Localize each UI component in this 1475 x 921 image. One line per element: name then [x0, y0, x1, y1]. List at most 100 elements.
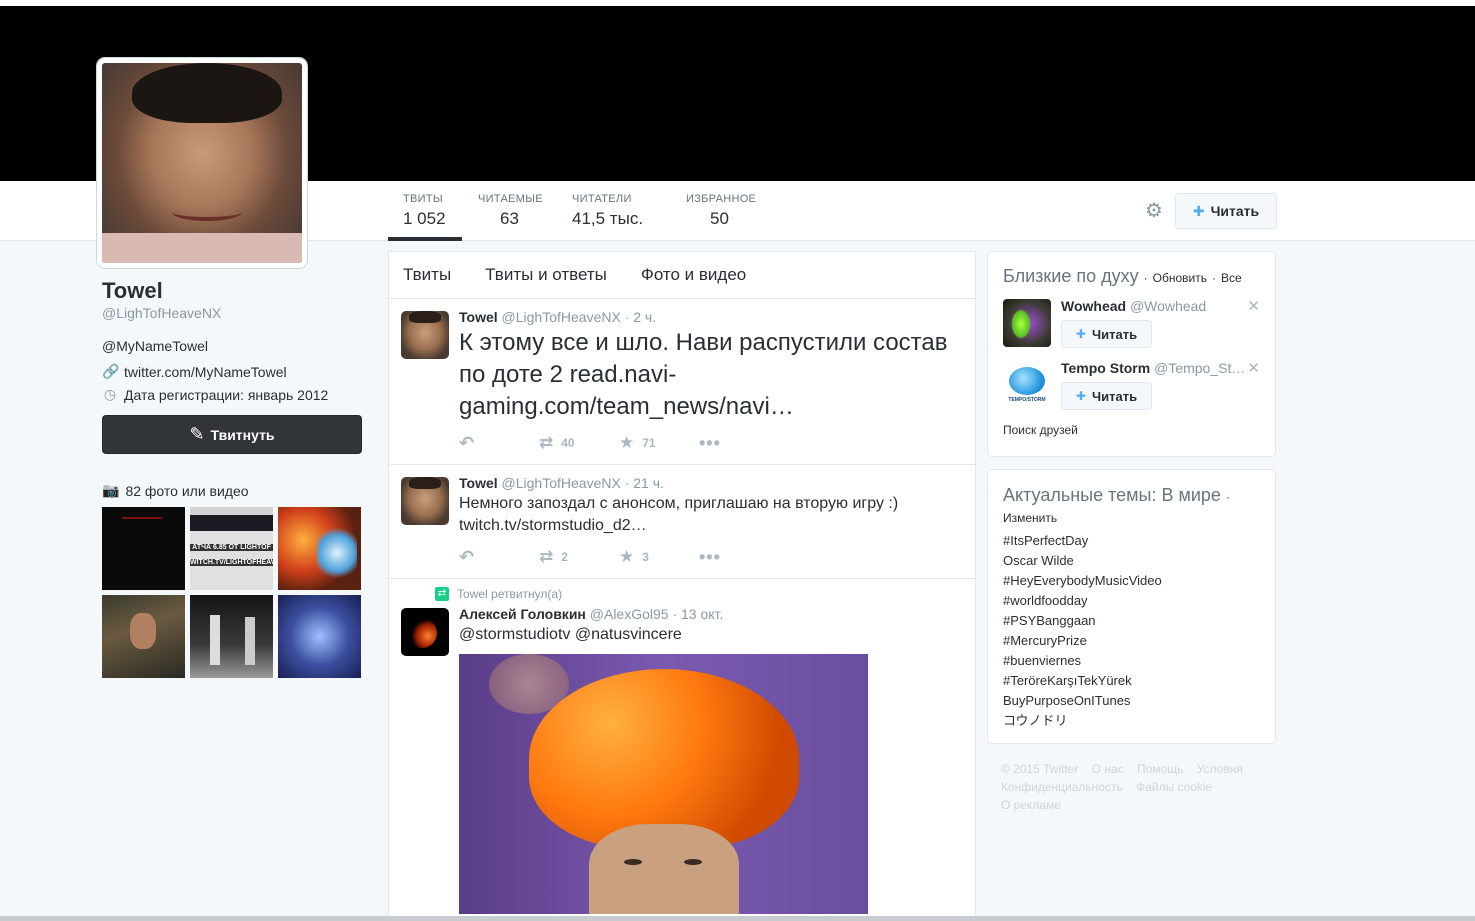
reply-icon[interactable]: ↶ [459, 547, 539, 568]
stat-tweets[interactable]: ТВИТЫ 1 052 [388, 181, 462, 241]
who-to-follow-title: Близкие по духу · Обновить · Все [1003, 266, 1260, 287]
suggestion-handle[interactable]: @Wowhead [1130, 298, 1206, 314]
suggestion-avatar[interactable]: TEMPO/STORM [1003, 361, 1051, 409]
tweet-time[interactable]: · 13 окт. [672, 606, 723, 622]
profile-stats: ТВИТЫ 1 052 ЧИТАЕМЫЕ 63 ЧИТАТЕЛИ 41,5 ты… [388, 181, 778, 241]
tweet[interactable]: Towel @LighTofHeaveNX · 21 ч. Немного за… [389, 465, 975, 579]
tweet[interactable]: Towel @LighTofHeaveNX · 2 ч. К этому все… [389, 299, 975, 465]
stat-favorites[interactable]: ИЗБРАННОЕ 50 [668, 181, 778, 241]
trend-item[interactable]: #buenviernes [1003, 651, 1260, 671]
tweet-author-handle[interactable]: @AlexGol95 [590, 606, 669, 622]
retweet-button[interactable]: ⇄ 2 [539, 547, 619, 567]
favorite-button[interactable]: ★ 71 [619, 433, 699, 453]
footer-link-privacy[interactable]: Конфиденциальность [1001, 780, 1123, 794]
sep: · [1225, 490, 1230, 504]
tweet-actions: ↶ ⇄ 2 ★ 3 ••• [459, 537, 963, 577]
favorite-button[interactable]: ★ 3 [619, 547, 699, 567]
footer-link-about[interactable]: О нас [1092, 762, 1124, 776]
suggestion-name[interactable]: Tempo Storm [1061, 360, 1150, 376]
avatar-decoration [1009, 367, 1045, 395]
footer-link-terms[interactable]: Условия [1197, 762, 1243, 776]
trend-item[interactable]: #HeyEverybodyMusicVideo [1003, 571, 1260, 591]
tweet-avatar[interactable] [401, 477, 449, 525]
favorite-count: 71 [642, 436, 656, 450]
suggestion-follow-button[interactable]: ✚ Читать [1061, 320, 1152, 348]
trend-item[interactable]: BuyPurposeOnITunes [1003, 691, 1260, 711]
more-icon[interactable]: ••• [699, 547, 721, 568]
profile-handle[interactable]: @LighTofHeaveNX [102, 305, 362, 321]
find-friends-link[interactable]: Поиск друзей [1003, 423, 1260, 437]
photo-thumb[interactable] [102, 507, 185, 590]
tweet-text: Немного запоздал с анонсом, приглашаю на… [459, 495, 899, 534]
photos-link[interactable]: 📷 82 фото или видео [102, 482, 362, 499]
profile-url[interactable]: twitter.com/MyNameTowel [124, 364, 287, 380]
suggestion-handle[interactable]: @Tempo_St… [1154, 360, 1245, 376]
view-all-link[interactable]: Все [1221, 271, 1242, 285]
dismiss-icon[interactable]: ✕ [1247, 297, 1260, 315]
gear-icon[interactable]: ⚙ [1143, 200, 1165, 222]
profile-name[interactable]: Towel [102, 278, 362, 304]
tweet-author-handle[interactable]: @LighTofHeaveNX [502, 475, 621, 491]
media-decoration [684, 859, 702, 865]
sep: · [1143, 271, 1148, 285]
clock-icon: ◷ [103, 386, 117, 402]
tweet-text: @stormstudiotv @natusvincere [459, 626, 682, 643]
avatar-hair [409, 311, 441, 323]
stat-followers[interactable]: ЧИТАТЕЛИ 41,5 тыс. [558, 181, 668, 241]
footer-link-cookies[interactable]: Файлы cookie [1136, 780, 1212, 794]
suggestion-avatar[interactable] [1003, 299, 1051, 347]
tweet-button[interactable]: ✎ Твитнуть [102, 415, 362, 454]
photo-thumb[interactable]: АТЧА 6.85 ОТ LIGHTOF WITCH.TV/LIGHTOFHEA… [190, 507, 273, 590]
avatar-hair [132, 63, 282, 123]
trend-item[interactable]: #PSYBanggaan [1003, 611, 1260, 631]
stat-label: ИЗБРАННОЕ [686, 193, 757, 205]
trend-item[interactable]: #MercuryPrize [1003, 631, 1260, 651]
tweet-author-name[interactable]: Towel [459, 475, 498, 491]
tweet-time[interactable]: · 21 ч. [625, 475, 664, 491]
tweet-author-name[interactable]: Алексей Головкин [459, 606, 586, 622]
photo-thumb[interactable] [278, 507, 361, 590]
suggestion-item: TEMPO/STORM Tempo Storm @Tempo_St… ✕ ✚ Ч… [1003, 359, 1260, 411]
retweet-note-text[interactable]: Towel ретвитнул(а) [457, 587, 562, 601]
dismiss-icon[interactable]: ✕ [1247, 359, 1260, 377]
profile-avatar[interactable] [97, 58, 307, 268]
retweet-button[interactable]: ⇄ 40 [539, 433, 619, 453]
trend-item[interactable]: コウノドリ [1003, 711, 1260, 731]
trend-item[interactable]: #TeröreKarşıTekYürek [1003, 671, 1260, 691]
stat-label: ТВИТЫ [403, 193, 443, 205]
trend-item[interactable]: #worldfoodday [1003, 591, 1260, 611]
tab-tweets-replies[interactable]: Твиты и ответы [485, 265, 607, 285]
thumb-decoration [245, 617, 255, 665]
suggestion-follow-button[interactable]: ✚ Читать [1061, 382, 1152, 410]
tweet-time[interactable]: · 2 ч. [625, 309, 656, 325]
photo-thumb[interactable] [190, 595, 273, 678]
trends-change-link[interactable]: Изменить [1003, 511, 1260, 525]
profile-bio[interactable]: @MyNameTowel [102, 338, 362, 354]
tab-photos-videos[interactable]: Фото и видео [641, 265, 746, 285]
tweet-header: Towel @LighTofHeaveNX · 21 ч. [459, 474, 963, 492]
tweet-author-handle[interactable]: @LighTofHeaveNX [502, 309, 621, 325]
profile-joined: Дата регистрации: январь 2012 [124, 386, 329, 403]
trends-heading: Актуальные темы: В мире [1003, 485, 1221, 505]
stat-following[interactable]: ЧИТАЕМЫЕ 63 [462, 181, 558, 241]
tweet[interactable]: ⇄ Towel ретвитнул(а) Алексей Головкин @A… [389, 579, 975, 914]
footer-link-ads[interactable]: О рекламе [1001, 798, 1061, 812]
photo-thumb[interactable] [102, 595, 185, 678]
tweet-avatar[interactable] [401, 311, 449, 359]
footer-link-help[interactable]: Помощь [1137, 762, 1183, 776]
follow-button[interactable]: ✚ Читать [1175, 193, 1277, 229]
avatar-hair [409, 477, 441, 489]
tweet-avatar[interactable] [401, 608, 449, 656]
tab-tweets[interactable]: Твиты [403, 265, 451, 285]
refresh-link[interactable]: Обновить [1153, 271, 1207, 285]
tweet-author-name[interactable]: Towel [459, 309, 498, 325]
tweet-media-image[interactable] [459, 654, 868, 914]
trend-item[interactable]: #ItsPerfectDay [1003, 531, 1260, 551]
more-icon[interactable]: ••• [699, 433, 721, 454]
reply-icon[interactable]: ↶ [459, 433, 539, 454]
suggestion-name[interactable]: Wowhead [1061, 298, 1126, 314]
tweet-button-label: Твитнуть [210, 426, 275, 443]
photo-thumb[interactable] [278, 595, 361, 678]
trend-item[interactable]: Oscar Wilde [1003, 551, 1260, 571]
who-to-follow-card: Близкие по духу · Обновить · Все Wowhead… [987, 251, 1276, 457]
